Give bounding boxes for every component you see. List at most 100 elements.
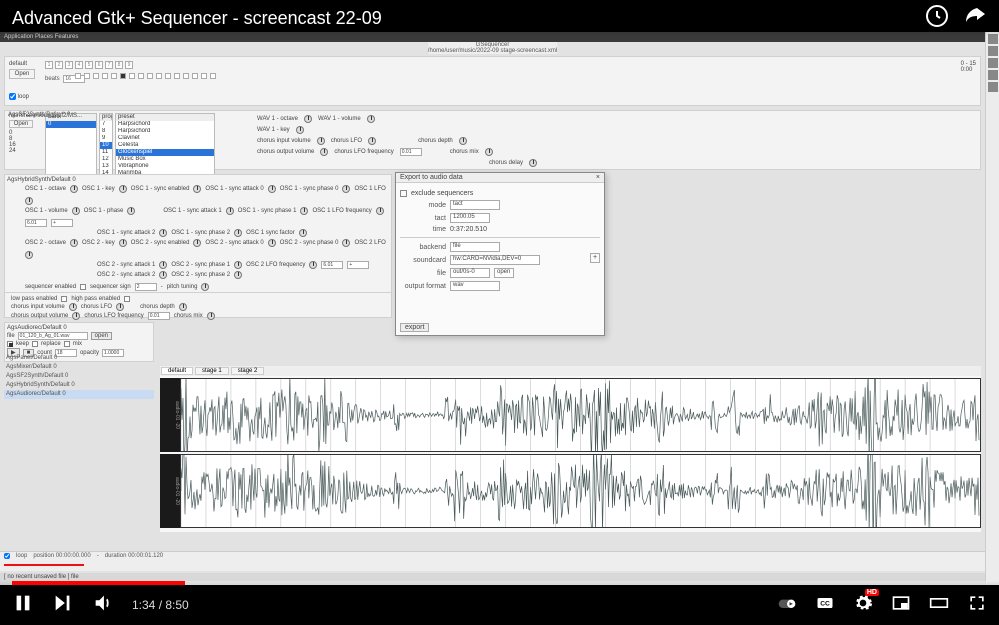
tree-node[interactable]: AgsAudiorec/Default 0 xyxy=(4,390,154,399)
export-button[interactable]: export xyxy=(400,323,429,332)
knob[interactable] xyxy=(70,239,78,247)
knob[interactable] xyxy=(320,148,328,156)
machine-tree[interactable]: AgsPanel/Default 0 AgsMixer/Default 0 Ag… xyxy=(4,354,154,399)
key-knob[interactable] xyxy=(296,126,304,134)
exclude-seq-checkbox[interactable] xyxy=(400,190,407,197)
prog-row[interactable]: 13 xyxy=(100,163,112,170)
knob[interactable] xyxy=(485,148,493,156)
filename-input[interactable]: 01_120_b_Ag_01.wav xyxy=(18,332,88,340)
knob[interactable] xyxy=(268,239,276,247)
inst-row[interactable]: Harpsichord xyxy=(116,121,214,128)
soundcard-select[interactable]: hw:CARD=NVidia,DEV=0 xyxy=(450,255,540,265)
prog-row[interactable]: 12 xyxy=(100,156,112,163)
miniplayer-icon[interactable] xyxy=(891,593,911,618)
knob[interactable] xyxy=(201,283,209,291)
rec-open-button[interactable]: open xyxy=(91,332,112,340)
lfo-freq-input[interactable]: 0.01 xyxy=(148,312,170,320)
value-input[interactable]: + xyxy=(347,261,369,269)
inst-row[interactable]: Music Box xyxy=(116,156,214,163)
timeline-loop-checkbox[interactable] xyxy=(4,553,10,559)
knob[interactable] xyxy=(234,229,242,237)
seq-enabled-checkbox[interactable] xyxy=(80,284,86,290)
seq-sign-input[interactable]: 2 xyxy=(135,283,157,291)
knob[interactable] xyxy=(70,185,78,193)
captions-icon[interactable]: CC xyxy=(815,593,835,618)
knob[interactable] xyxy=(299,229,307,237)
inst-row[interactable]: Celesta xyxy=(116,142,214,149)
pattern-grid[interactable]: 1234 5678 9 xyxy=(45,61,133,69)
tree-node[interactable]: AgsHybridSynth/Default 0 xyxy=(4,381,154,390)
knob[interactable] xyxy=(72,207,80,215)
file-open-button[interactable]: open xyxy=(494,268,514,278)
knob[interactable] xyxy=(116,303,124,311)
fullscreen-icon[interactable] xyxy=(967,593,987,618)
knob[interactable] xyxy=(119,239,127,247)
knob[interactable] xyxy=(376,207,384,215)
inst-row[interactable]: Glockenspiel xyxy=(116,149,214,156)
knob[interactable] xyxy=(193,239,201,247)
volume-icon[interactable] xyxy=(92,592,114,619)
backend-select[interactable]: file xyxy=(450,242,500,252)
prog-row[interactable]: 10 xyxy=(100,142,112,149)
knob[interactable] xyxy=(317,137,325,145)
lfo-freq-input[interactable]: 0.01 xyxy=(400,148,422,156)
mode-replace-radio[interactable] xyxy=(32,341,38,347)
knob[interactable] xyxy=(268,185,276,193)
knob[interactable] xyxy=(300,207,308,215)
tree-node[interactable]: AgsPanel/Default 0 xyxy=(4,354,154,363)
sf2-open-button[interactable]: Open xyxy=(9,120,33,128)
inst-row[interactable]: Harpsichord xyxy=(116,128,214,135)
wave-tab[interactable]: default xyxy=(161,367,193,375)
step-row[interactable] xyxy=(75,73,216,79)
knob[interactable] xyxy=(25,197,33,205)
knob[interactable] xyxy=(207,312,215,320)
format-select[interactable]: wav xyxy=(450,281,500,291)
next-icon[interactable] xyxy=(52,592,74,619)
waveform-canvas[interactable] xyxy=(180,378,981,452)
open-button[interactable]: Open xyxy=(9,69,35,79)
inst-row[interactable]: Vibraphone xyxy=(116,163,214,170)
prog-row[interactable]: 9 xyxy=(100,135,112,142)
share-icon[interactable] xyxy=(963,4,987,33)
knob[interactable] xyxy=(25,251,33,259)
inst-row[interactable]: Clavinet xyxy=(116,135,214,142)
value-input[interactable]: 6.01 xyxy=(25,219,47,227)
knob[interactable] xyxy=(529,159,537,167)
knob[interactable] xyxy=(69,303,77,311)
close-icon[interactable]: × xyxy=(596,174,600,181)
settings-icon[interactable]: HD xyxy=(853,593,873,618)
knob[interactable] xyxy=(342,239,350,247)
tact-input[interactable]: 1200.05 xyxy=(450,213,490,223)
mode-mix-radio[interactable] xyxy=(64,341,70,347)
knob[interactable] xyxy=(309,261,317,269)
mode-keep-radio[interactable] xyxy=(7,341,13,347)
knob[interactable] xyxy=(368,137,376,145)
wave-tabs[interactable]: default stage 1 stage 2 xyxy=(160,366,981,376)
lp-checkbox[interactable] xyxy=(61,296,67,302)
knob[interactable] xyxy=(226,207,234,215)
knob[interactable] xyxy=(127,207,135,215)
knob[interactable] xyxy=(179,303,187,311)
tree-node[interactable]: AgsMixer/Default 0 xyxy=(4,363,154,372)
wave-tab[interactable]: stage 2 xyxy=(231,367,265,375)
wave-tab[interactable]: stage 1 xyxy=(195,367,229,375)
add-output-button[interactable]: + xyxy=(590,253,600,263)
knob[interactable] xyxy=(342,185,350,193)
mode-select[interactable]: tact xyxy=(450,200,500,210)
value-input[interactable]: 6.01 xyxy=(321,261,343,269)
theater-icon[interactable] xyxy=(929,593,949,618)
watch-later-icon[interactable] xyxy=(925,4,949,33)
prog-row[interactable]: 8 xyxy=(100,128,112,135)
pause-icon[interactable] xyxy=(12,592,34,619)
knob[interactable] xyxy=(72,312,80,320)
knob[interactable] xyxy=(119,185,127,193)
value-input[interactable]: + xyxy=(51,219,73,227)
prog-row[interactable]: 11 xyxy=(100,149,112,156)
knob[interactable] xyxy=(193,185,201,193)
waveform-canvas[interactable] xyxy=(180,454,981,528)
autoplay-toggle[interactable] xyxy=(777,593,797,618)
knob[interactable] xyxy=(159,229,167,237)
knob[interactable] xyxy=(234,271,242,279)
knob[interactable] xyxy=(159,271,167,279)
loop-checkbox[interactable] xyxy=(9,93,16,100)
